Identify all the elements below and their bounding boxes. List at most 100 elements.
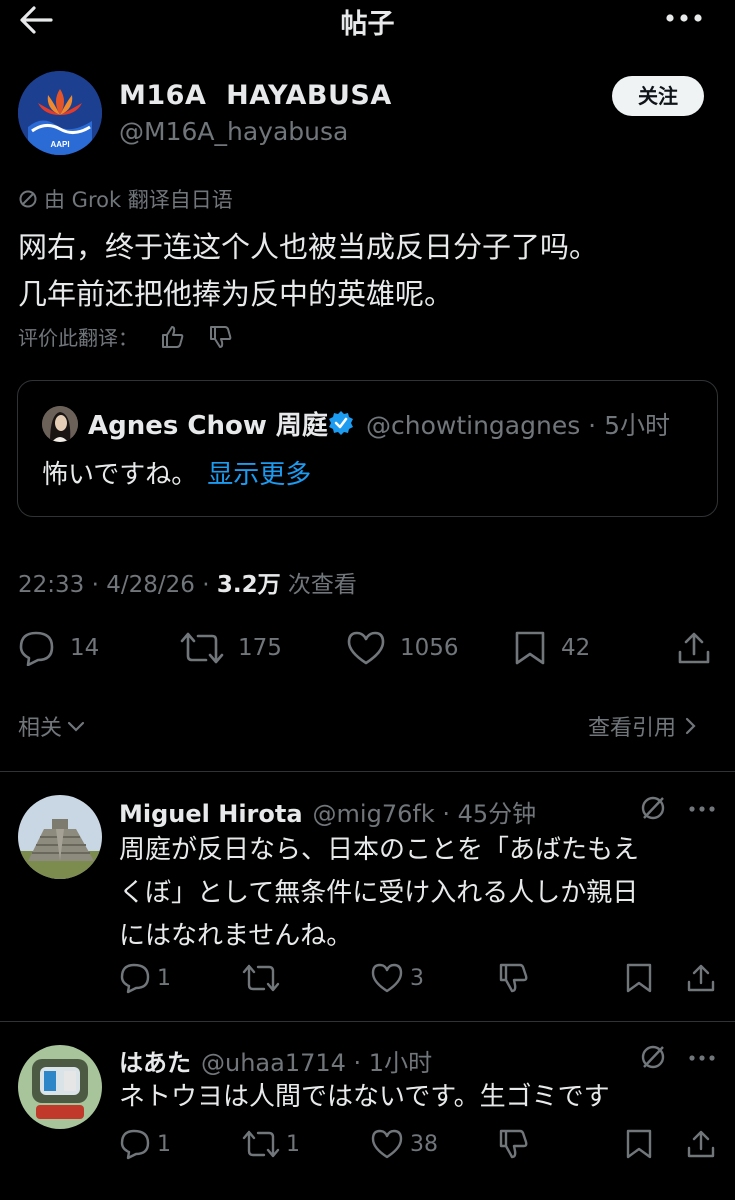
reply-text-line: ネトウヨは人間ではないです。生ゴミです bbox=[119, 1082, 610, 1112]
reply-text-line: 周庭が反日なら、日本のことを「あばたもえ bbox=[119, 835, 640, 865]
related-toggle[interactable]: 相关 bbox=[18, 710, 86, 742]
rate-translation-label: 评价此翻译： bbox=[18, 326, 138, 350]
bookmark-count: 42 bbox=[561, 635, 591, 661]
reply-author-handle: @uhaa1714 · 1小时 bbox=[201, 1049, 433, 1077]
reply-author-handle: @mig76fk · 45分钟 bbox=[312, 800, 537, 828]
reply-button[interactable]: 1 bbox=[119, 962, 171, 994]
post-text-line: 网右，终于连这个人也被当成反日分子了吗。 bbox=[18, 230, 599, 264]
reply-author-name[interactable]: Miguel Hirota bbox=[119, 800, 303, 828]
repost-count: 1 bbox=[286, 1131, 300, 1157]
translate-toggle-icon[interactable] bbox=[638, 794, 668, 822]
thumbs-up-button[interactable] bbox=[160, 325, 186, 349]
share-icon bbox=[687, 1130, 715, 1158]
more-options-button[interactable] bbox=[664, 6, 704, 30]
quoted-post[interactable] bbox=[17, 380, 718, 517]
share-button[interactable] bbox=[676, 630, 712, 666]
repost-icon bbox=[242, 1130, 280, 1158]
views-label: 次查看 bbox=[280, 572, 357, 598]
bookmark-button[interactable]: 42 bbox=[513, 630, 590, 666]
author-avatar[interactable]: AAPI bbox=[18, 71, 102, 155]
author-handle[interactable]: @M16A_hayabusa bbox=[119, 117, 348, 146]
like-button[interactable]: 3 bbox=[370, 962, 424, 994]
verified-badge-icon bbox=[328, 410, 354, 436]
reply-icon bbox=[120, 1129, 150, 1160]
share-button[interactable] bbox=[685, 1128, 717, 1160]
more-icon bbox=[666, 14, 702, 22]
avatar-text: AAPI bbox=[50, 140, 69, 149]
author-name[interactable]: M16A HAYABUSA bbox=[119, 80, 392, 111]
repost-icon bbox=[242, 964, 280, 992]
share-icon bbox=[687, 964, 715, 992]
divider bbox=[0, 1021, 735, 1022]
like-button[interactable]: 1056 bbox=[346, 630, 459, 666]
heart-icon bbox=[371, 963, 403, 993]
like-button[interactable]: 38 bbox=[370, 1128, 438, 1160]
chevron-down-icon bbox=[67, 721, 85, 732]
rate-translation: 评价此翻译： bbox=[18, 322, 234, 351]
repost-count: 175 bbox=[238, 635, 282, 661]
reply-count: 1 bbox=[157, 965, 171, 991]
reply-header: はあた @uhaa1714 · 1小时 bbox=[119, 1043, 432, 1078]
quoted-author-avatar[interactable] bbox=[42, 406, 78, 442]
reply-author-name[interactable]: はあた bbox=[119, 1049, 191, 1077]
divider bbox=[0, 771, 735, 772]
post-timestamp: 22:33 · 4/28/26 · bbox=[18, 572, 217, 598]
bookmark-button[interactable] bbox=[624, 1128, 654, 1160]
reply-text: 周庭が反日なら、日本のことを「あばたもえ くぼ」として無条件に受け入れる人しか親… bbox=[119, 829, 709, 958]
reply-avatar[interactable] bbox=[18, 795, 102, 879]
post-body: 网右，终于连这个人也被当成反日分子了吗。 几年前还把他捧为反中的英雄呢。 bbox=[18, 224, 718, 318]
thumbs-down-button[interactable] bbox=[208, 325, 234, 349]
quoted-author-handle: @chowtingagnes · 5小时 bbox=[366, 411, 670, 440]
heart-icon bbox=[347, 631, 385, 665]
view-quotes-link[interactable]: 查看引用 bbox=[588, 710, 696, 742]
reply-text-line: にはなれませんね。 bbox=[119, 921, 353, 951]
like-count: 3 bbox=[410, 965, 424, 991]
share-button[interactable] bbox=[685, 962, 717, 994]
more-icon[interactable] bbox=[688, 1054, 716, 1062]
reply-text: ネトウヨは人間ではないです。生ゴミです bbox=[119, 1076, 709, 1119]
views-count: 3.2万 bbox=[216, 572, 281, 598]
heart-icon bbox=[371, 1129, 403, 1159]
follow-button[interactable]: 关注 bbox=[612, 76, 704, 116]
pyramid-image bbox=[18, 795, 102, 879]
like-count: 1056 bbox=[400, 635, 459, 661]
page-title: 帖子 bbox=[340, 9, 395, 40]
thumbs-down-icon bbox=[499, 1129, 528, 1159]
related-label: 相关 bbox=[18, 716, 63, 741]
repost-button[interactable] bbox=[242, 962, 286, 994]
quoted-author-name[interactable]: Agnes Chow 周庭 bbox=[88, 405, 328, 442]
translate-icon bbox=[19, 190, 37, 208]
translation-note: 由 Grok 翻译自日语 bbox=[18, 184, 233, 214]
reply-count: 14 bbox=[70, 635, 100, 661]
bookmark-icon bbox=[515, 631, 545, 665]
thumbs-down-icon bbox=[210, 325, 232, 348]
reply-button[interactable]: 14 bbox=[18, 630, 99, 666]
like-count: 38 bbox=[410, 1131, 438, 1157]
portrait-image bbox=[42, 406, 78, 442]
reply-text-line: くぼ」として無条件に受け入れる人しか親日 bbox=[119, 878, 639, 908]
translate-toggle-icon[interactable] bbox=[638, 1043, 668, 1071]
reply-avatar[interactable] bbox=[18, 1045, 102, 1129]
bookmark-icon bbox=[626, 963, 652, 993]
repost-button[interactable]: 1 bbox=[242, 1128, 300, 1160]
share-icon bbox=[678, 632, 710, 664]
post-text-line: 几年前还把他捧为反中的英雄呢。 bbox=[18, 277, 454, 311]
repost-icon bbox=[180, 632, 224, 664]
bookmark-button[interactable] bbox=[624, 962, 654, 994]
reply-header: Miguel Hirota @mig76fk · 45分钟 bbox=[119, 794, 536, 829]
reply-icon bbox=[19, 631, 54, 666]
dislike-button[interactable] bbox=[498, 1128, 530, 1160]
repost-button[interactable]: 175 bbox=[180, 630, 282, 666]
view-quotes-label: 查看引用 bbox=[588, 716, 677, 741]
chevron-right-icon bbox=[685, 717, 696, 735]
lotus-logo: AAPI bbox=[18, 71, 102, 155]
reply-count: 1 bbox=[157, 1131, 171, 1157]
thumbs-up-icon bbox=[162, 325, 184, 348]
show-more-link[interactable]: 显示更多 bbox=[207, 460, 311, 490]
bookmark-icon bbox=[626, 1129, 652, 1159]
dislike-button[interactable] bbox=[498, 962, 530, 994]
reply-button[interactable]: 1 bbox=[119, 1128, 171, 1160]
cartoon-avatar-image bbox=[18, 1045, 102, 1129]
more-icon[interactable] bbox=[688, 805, 716, 813]
translation-note-text: 由 Grok 翻译自日语 bbox=[44, 188, 233, 212]
